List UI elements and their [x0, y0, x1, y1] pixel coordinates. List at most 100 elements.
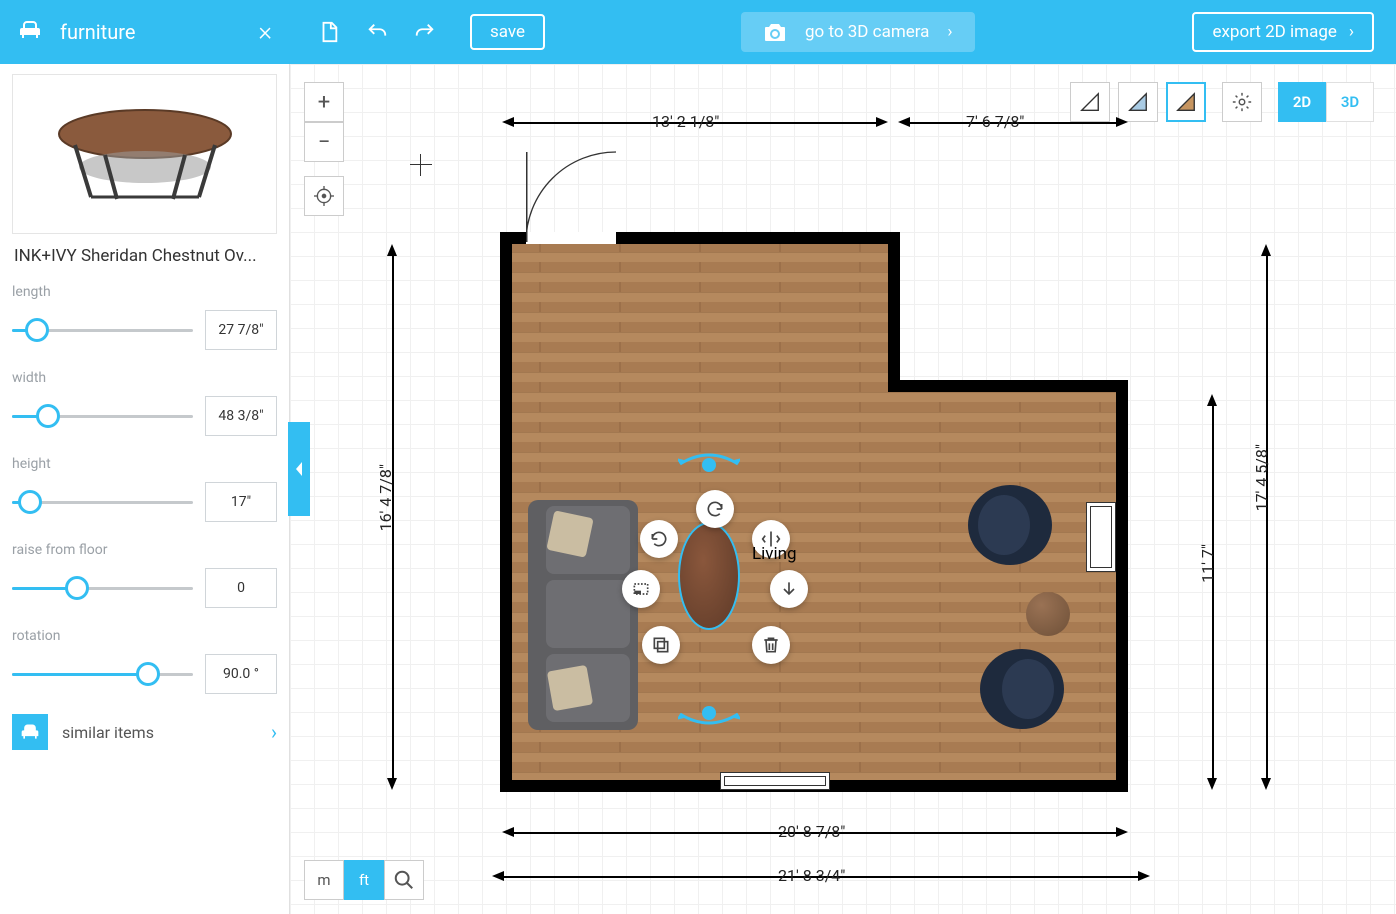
rotate-ccw-icon[interactable] [640, 520, 678, 558]
3d-toggle[interactable]: 3D [1326, 82, 1374, 122]
new-file-icon[interactable] [312, 15, 346, 49]
arrow-left-icon [502, 117, 514, 127]
armchair[interactable] [960, 480, 1052, 570]
zoom-controls: + − [304, 82, 344, 216]
export-2d-button[interactable]: export 2D image › [1192, 12, 1374, 52]
width-value[interactable]: 48 3/8" [205, 396, 277, 436]
settings-button[interactable] [1222, 82, 1262, 122]
similar-items-button[interactable]: similar items › [12, 714, 277, 750]
rotation-property: rotation 90.0 ° [12, 628, 277, 694]
dimension-line [1266, 254, 1268, 780]
arrow-down-icon [1207, 778, 1217, 790]
zoom-out-button[interactable]: − [304, 122, 344, 162]
redo-icon[interactable] [408, 15, 442, 49]
center-button[interactable] [304, 176, 344, 216]
close-icon[interactable]: × [258, 17, 272, 47]
room: Living [500, 232, 1140, 796]
door [526, 142, 626, 242]
raise-label: raise from floor [12, 542, 277, 558]
height-property: height 17" [12, 456, 277, 522]
arrow-left-icon [492, 871, 504, 881]
go-to-3d-camera-button[interactable]: go to 3D camera › [741, 12, 975, 52]
view-textured-button[interactable] [1166, 82, 1206, 122]
unit-bar: m ft [304, 860, 424, 900]
coffee-table-selected[interactable] [678, 522, 740, 630]
chevron-right-icon: › [1349, 22, 1354, 42]
arrow-right-icon [1116, 827, 1128, 837]
width-slider[interactable] [12, 408, 193, 424]
width-label: width [12, 370, 277, 386]
save-button[interactable]: save [470, 14, 545, 50]
move-down-icon[interactable] [770, 570, 808, 608]
dimension-toggle: 2D 3D [1278, 82, 1374, 122]
rotation-label: rotation [12, 628, 277, 644]
unit-m-button[interactable]: m [304, 860, 344, 900]
rotate-arc-icon [678, 708, 740, 728]
panel-header: furniture × [0, 17, 290, 47]
rotation-slider[interactable] [12, 666, 193, 682]
dimension-value: 17' 4 5/8" [1252, 444, 1271, 511]
item-name: INK+IVY Sheridan Chestnut Ov... [14, 246, 277, 266]
room-label: Living [752, 544, 797, 564]
arrow-left-icon [502, 827, 514, 837]
arrow-right-icon [876, 117, 888, 127]
camera-icon [763, 22, 787, 42]
undo-icon[interactable] [360, 15, 394, 49]
height-value[interactable]: 17" [205, 482, 277, 522]
window [720, 772, 830, 790]
width-property: width 48 3/8" [12, 370, 277, 436]
duplicate-icon[interactable] [642, 626, 680, 664]
length-label: length [12, 284, 277, 300]
view-wireframe-button[interactable] [1070, 82, 1110, 122]
toolbar-mid: save [290, 14, 545, 50]
view-options: 2D 3D [1070, 82, 1374, 122]
floorplan-canvas[interactable]: + − 2D 3D [290, 64, 1396, 914]
length-property: length 27 7/8" [12, 284, 277, 350]
chevron-right-icon: › [271, 720, 277, 744]
dimension-value: 20' 8 7/8" [778, 822, 845, 841]
arrow-down-icon [1261, 778, 1271, 790]
dimension-value: 16' 4 7/8" [376, 464, 395, 531]
delete-icon[interactable] [752, 626, 790, 664]
dimension-value: 21' 8 3/4" [778, 866, 845, 885]
rotation-value[interactable]: 90.0 ° [205, 654, 277, 694]
view-shaded-button[interactable] [1118, 82, 1158, 122]
dimension-value: 11' 7" [1198, 544, 1217, 583]
side-table[interactable] [1026, 592, 1070, 636]
arrow-up-icon [387, 244, 397, 256]
window [1086, 502, 1116, 572]
dimension-value: 13' 2 1/8" [652, 112, 719, 131]
raise-property: raise from floor 0 [12, 542, 277, 608]
panel-title: furniture [60, 20, 240, 44]
length-slider[interactable] [12, 322, 193, 338]
resize-icon[interactable] [622, 570, 660, 608]
crosshair-icon [410, 154, 432, 176]
unit-ft-button[interactable]: ft [344, 860, 384, 900]
item-thumbnail[interactable] [12, 74, 277, 234]
length-value[interactable]: 27 7/8" [205, 310, 277, 350]
2d-toggle[interactable]: 2D [1278, 82, 1326, 122]
top-bar: furniture × save go to 3D camera › expor… [0, 0, 1396, 64]
camera-button-label: go to 3D camera [805, 22, 929, 42]
zoom-in-button[interactable]: + [304, 82, 344, 122]
arrow-right-icon [1138, 871, 1150, 881]
raise-slider[interactable] [12, 580, 193, 596]
height-label: height [12, 456, 277, 472]
raise-value[interactable]: 0 [205, 568, 277, 608]
similar-items-label: similar items [62, 723, 257, 742]
armchair[interactable] [980, 644, 1072, 734]
arrow-down-icon [387, 778, 397, 790]
chevron-right-icon: › [947, 22, 952, 42]
arrow-right-icon [1116, 117, 1128, 127]
chair-icon [12, 714, 48, 750]
sofa[interactable] [528, 500, 638, 730]
search-button[interactable] [384, 860, 424, 900]
export-button-label: export 2D image [1212, 22, 1336, 42]
arrow-up-icon [1261, 244, 1271, 256]
furniture-icon [18, 18, 42, 46]
dimension-value: 7' 6 7/8" [966, 112, 1024, 131]
collapse-sidebar-tab[interactable] [288, 422, 310, 516]
height-slider[interactable] [12, 494, 193, 510]
property-sidebar: INK+IVY Sheridan Chestnut Ov... length 2… [0, 64, 290, 914]
rotate-cw-icon[interactable] [696, 490, 734, 528]
